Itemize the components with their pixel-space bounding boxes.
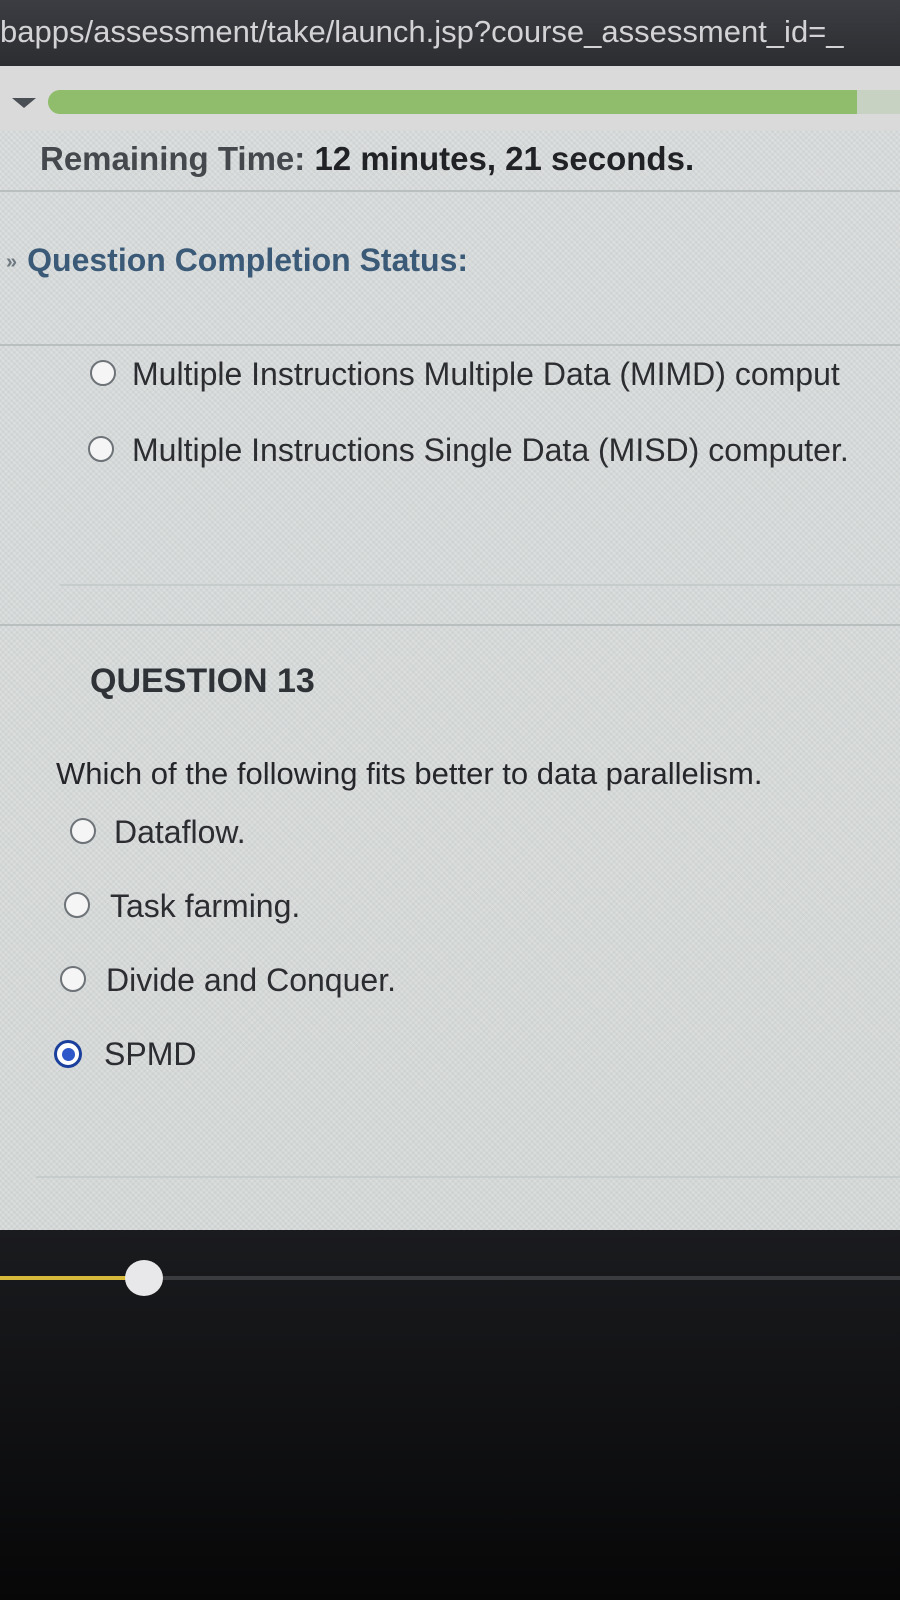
collapse-arrow-icon[interactable] [12,98,36,108]
completion-progress-bar [48,90,900,114]
timer-label: Remaining Time: [40,140,306,177]
radio-button-selected[interactable] [54,1040,82,1068]
question-text: Which of the following fits better to da… [56,756,763,791]
url-text: bapps/assessment/take/launch.jsp?course_… [0,14,844,49]
question-title: QUESTION 13 [90,662,315,700]
radio-button[interactable] [70,818,96,844]
radio-button[interactable] [64,892,90,918]
scroll-slider-thumb[interactable] [125,1260,163,1296]
scroll-slider-fill [0,1276,144,1280]
option-label: Task farming. [110,888,301,924]
double-chevron-down-icon: » [6,251,18,274]
remaining-time: Remaining Time: 12 minutes, 21 seconds. [40,140,694,178]
option-label: Divide and Conquer. [106,962,396,998]
option-label: Multiple Instructions Single Data (MISD)… [132,432,849,468]
option-label: SPMD [104,1036,197,1072]
address-bar[interactable]: bapps/assessment/take/launch.jsp?course_… [0,0,900,66]
divider [0,190,900,192]
radio-button[interactable] [90,360,116,386]
divider [0,624,900,626]
question-completion-status-toggle[interactable]: » Question Completion Status: [6,242,468,279]
completion-progress-fill [48,90,858,114]
divider [0,344,900,346]
divider [36,1176,900,1178]
option-label: Dataflow. [114,814,246,850]
progress-header [0,66,900,130]
radio-button[interactable] [60,966,86,992]
option-label: Multiple Instructions Multiple Data (MIM… [132,356,840,392]
radio-button[interactable] [88,436,114,462]
timer-value: 12 minutes, 21 seconds. [314,140,695,177]
divider [60,584,900,586]
completion-status-label: Question Completion Status: [27,242,469,278]
assessment-page: Remaining Time: 12 minutes, 21 seconds. … [0,66,900,1270]
